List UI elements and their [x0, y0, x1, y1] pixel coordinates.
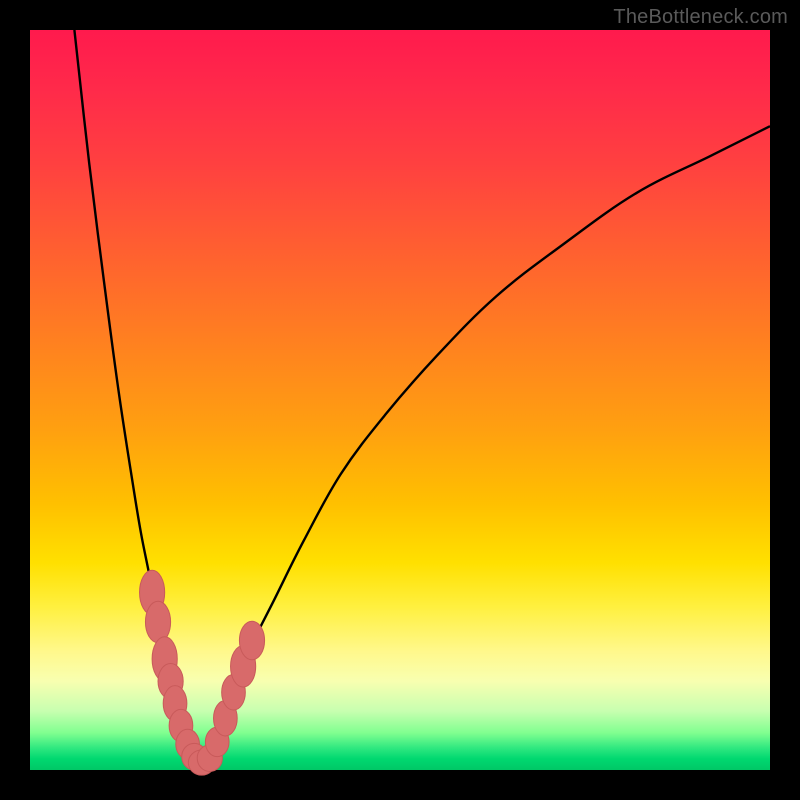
watermark-text: TheBottleneck.com: [613, 6, 788, 29]
curve-right-branch: [200, 126, 770, 762]
marker-group: [140, 570, 265, 775]
chart-svg: [30, 30, 770, 770]
data-marker: [239, 621, 264, 659]
curve-left-branch: [74, 30, 200, 763]
data-marker: [145, 601, 170, 642]
